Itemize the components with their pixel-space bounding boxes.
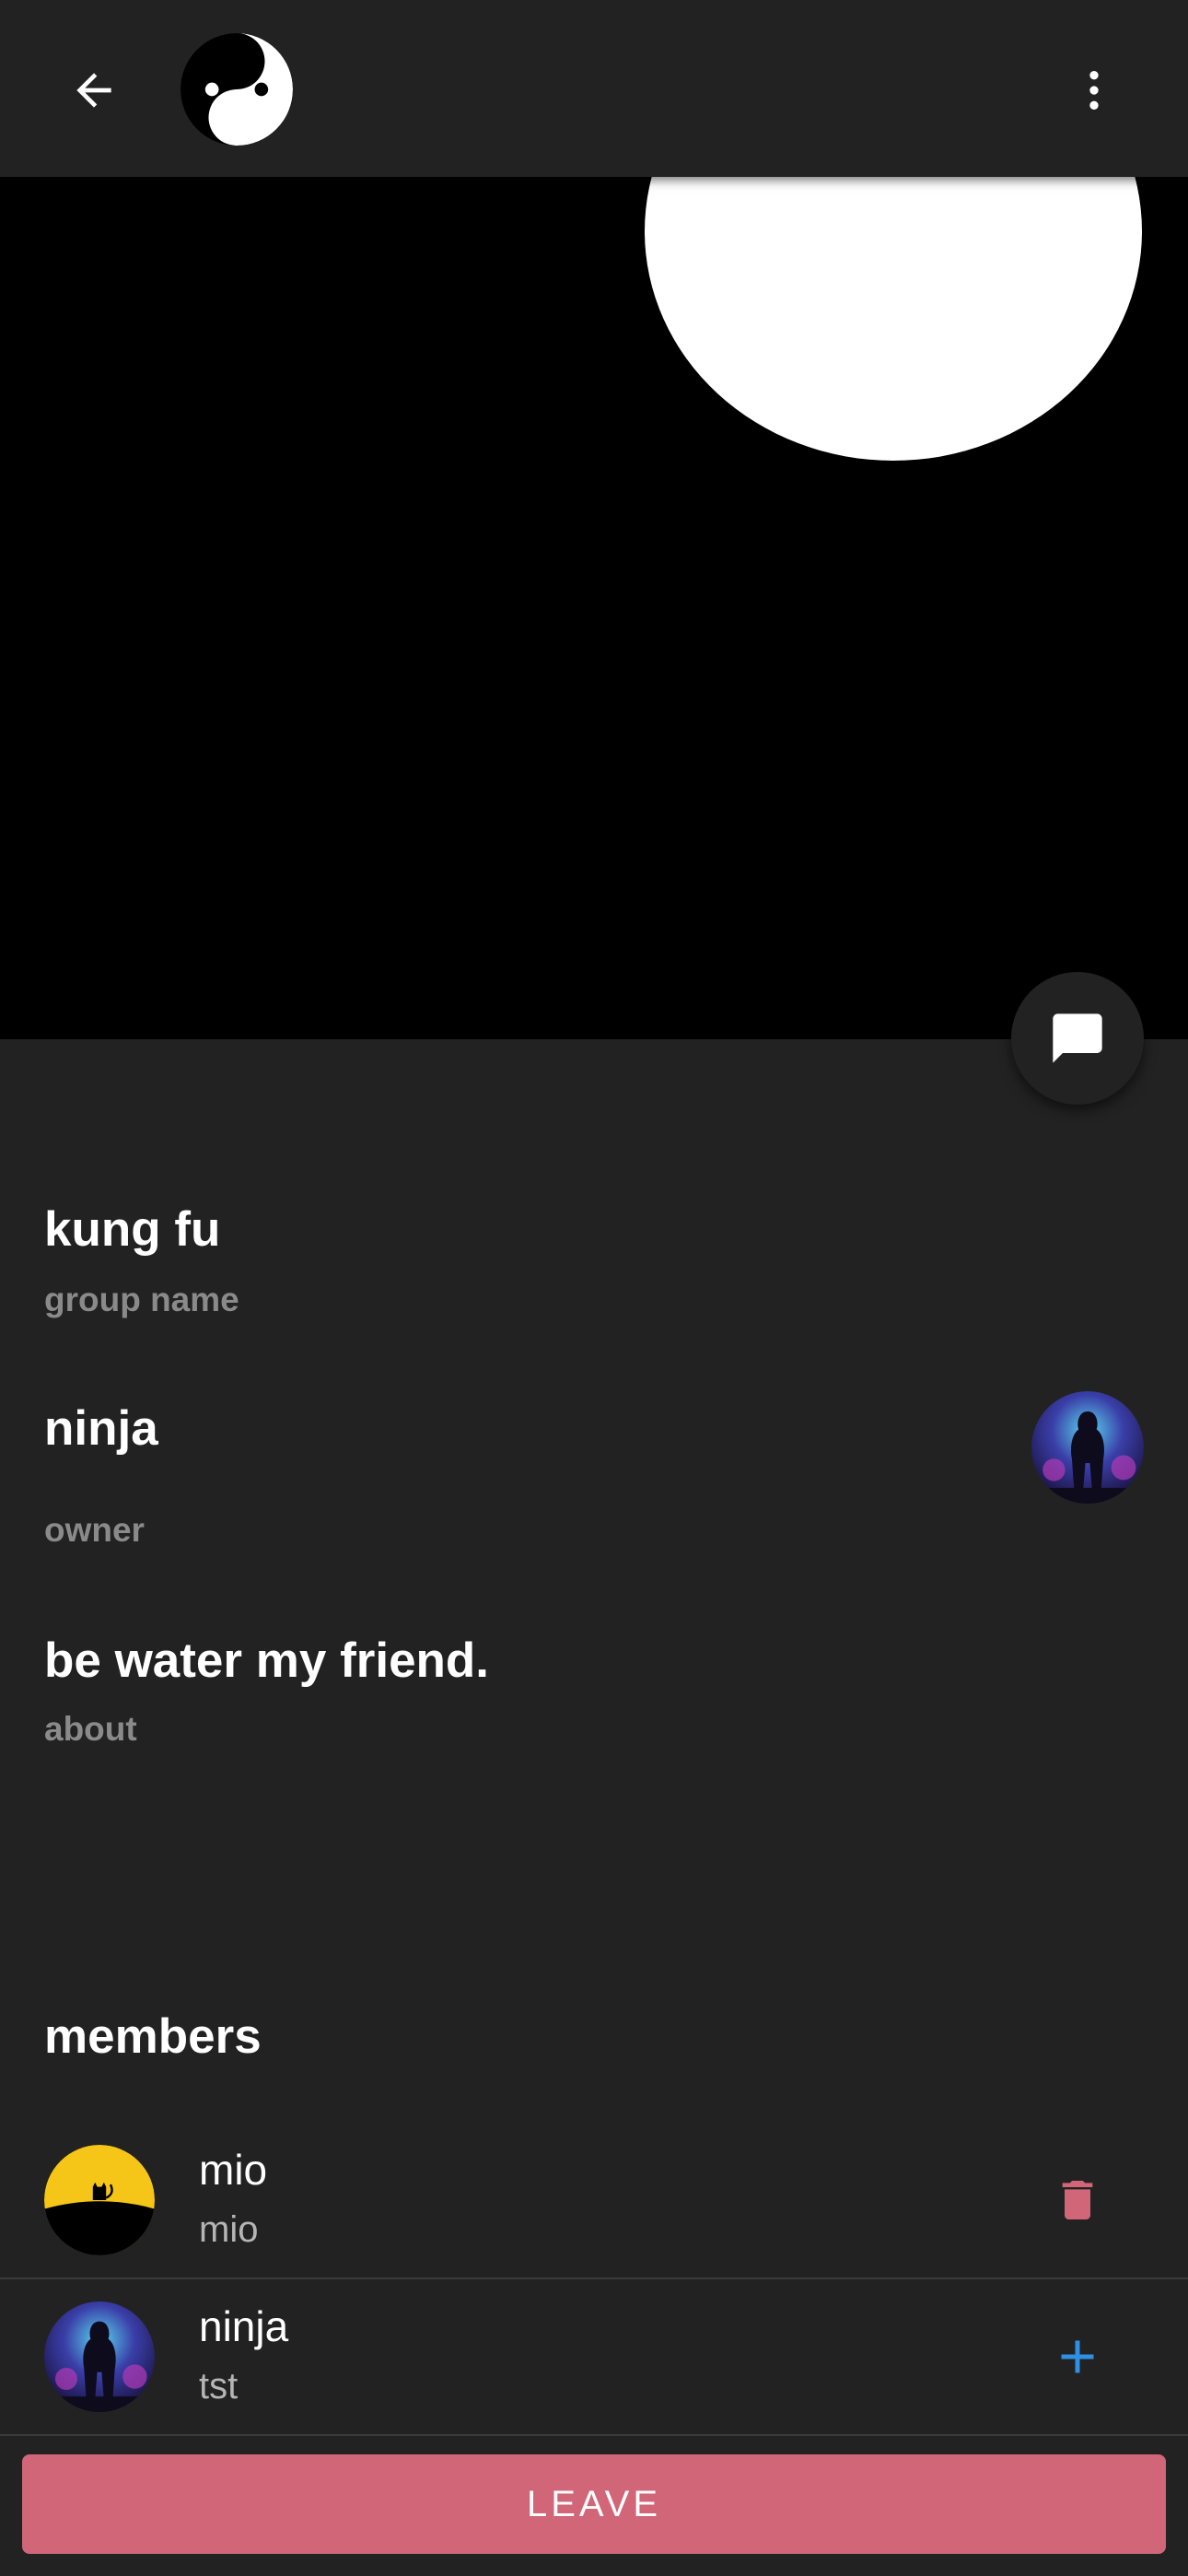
member-avatar — [44, 2145, 155, 2255]
chat-bubble-icon — [1053, 1013, 1102, 1063]
member-name: mio — [199, 2146, 268, 2194]
chat-button[interactable] — [1011, 972, 1144, 1105]
member-name: ninja — [199, 2302, 289, 2350]
app-bar — [0, 0, 1188, 177]
group-name-value: kung fu — [44, 1202, 221, 1257]
member-row[interactable]: ninja tst — [0, 2277, 1188, 2436]
members-title: members — [44, 2009, 262, 2064]
owner-value: ninja — [44, 1401, 158, 1456]
more-options-button[interactable] — [1057, 53, 1131, 127]
about-value: be water my friend. — [44, 1633, 490, 1688]
member-row[interactable]: mio mio — [0, 2121, 1188, 2279]
add-member-button[interactable] — [1041, 2320, 1114, 2394]
leave-button[interactable]: LEAVE — [22, 2454, 1166, 2554]
member-username: tst — [199, 2366, 239, 2406]
owner-label: owner — [44, 1511, 145, 1549]
group-cover-image — [0, 177, 1188, 1039]
arrow-left-icon — [76, 73, 111, 108]
cover-image-shape — [645, 177, 1142, 461]
owner-avatar[interactable] — [1031, 1391, 1144, 1504]
cat-silhouette-avatar-image — [44, 2145, 155, 2255]
remove-member-button[interactable] — [1041, 2163, 1114, 2237]
ninja-avatar-image — [44, 2301, 155, 2412]
group-name-label: group name — [44, 1281, 239, 1318]
member-username: mio — [199, 2209, 259, 2250]
trash-icon — [1062, 2181, 1093, 2219]
yin-yang-icon — [181, 33, 293, 146]
member-avatar — [44, 2301, 155, 2412]
group-avatar[interactable] — [181, 33, 293, 146]
plus-icon — [1061, 2340, 1094, 2373]
ninja-avatar-image — [1031, 1391, 1144, 1504]
about-label: about — [44, 1710, 137, 1748]
more-vertical-icon — [1089, 71, 1099, 110]
back-button[interactable] — [57, 53, 131, 127]
